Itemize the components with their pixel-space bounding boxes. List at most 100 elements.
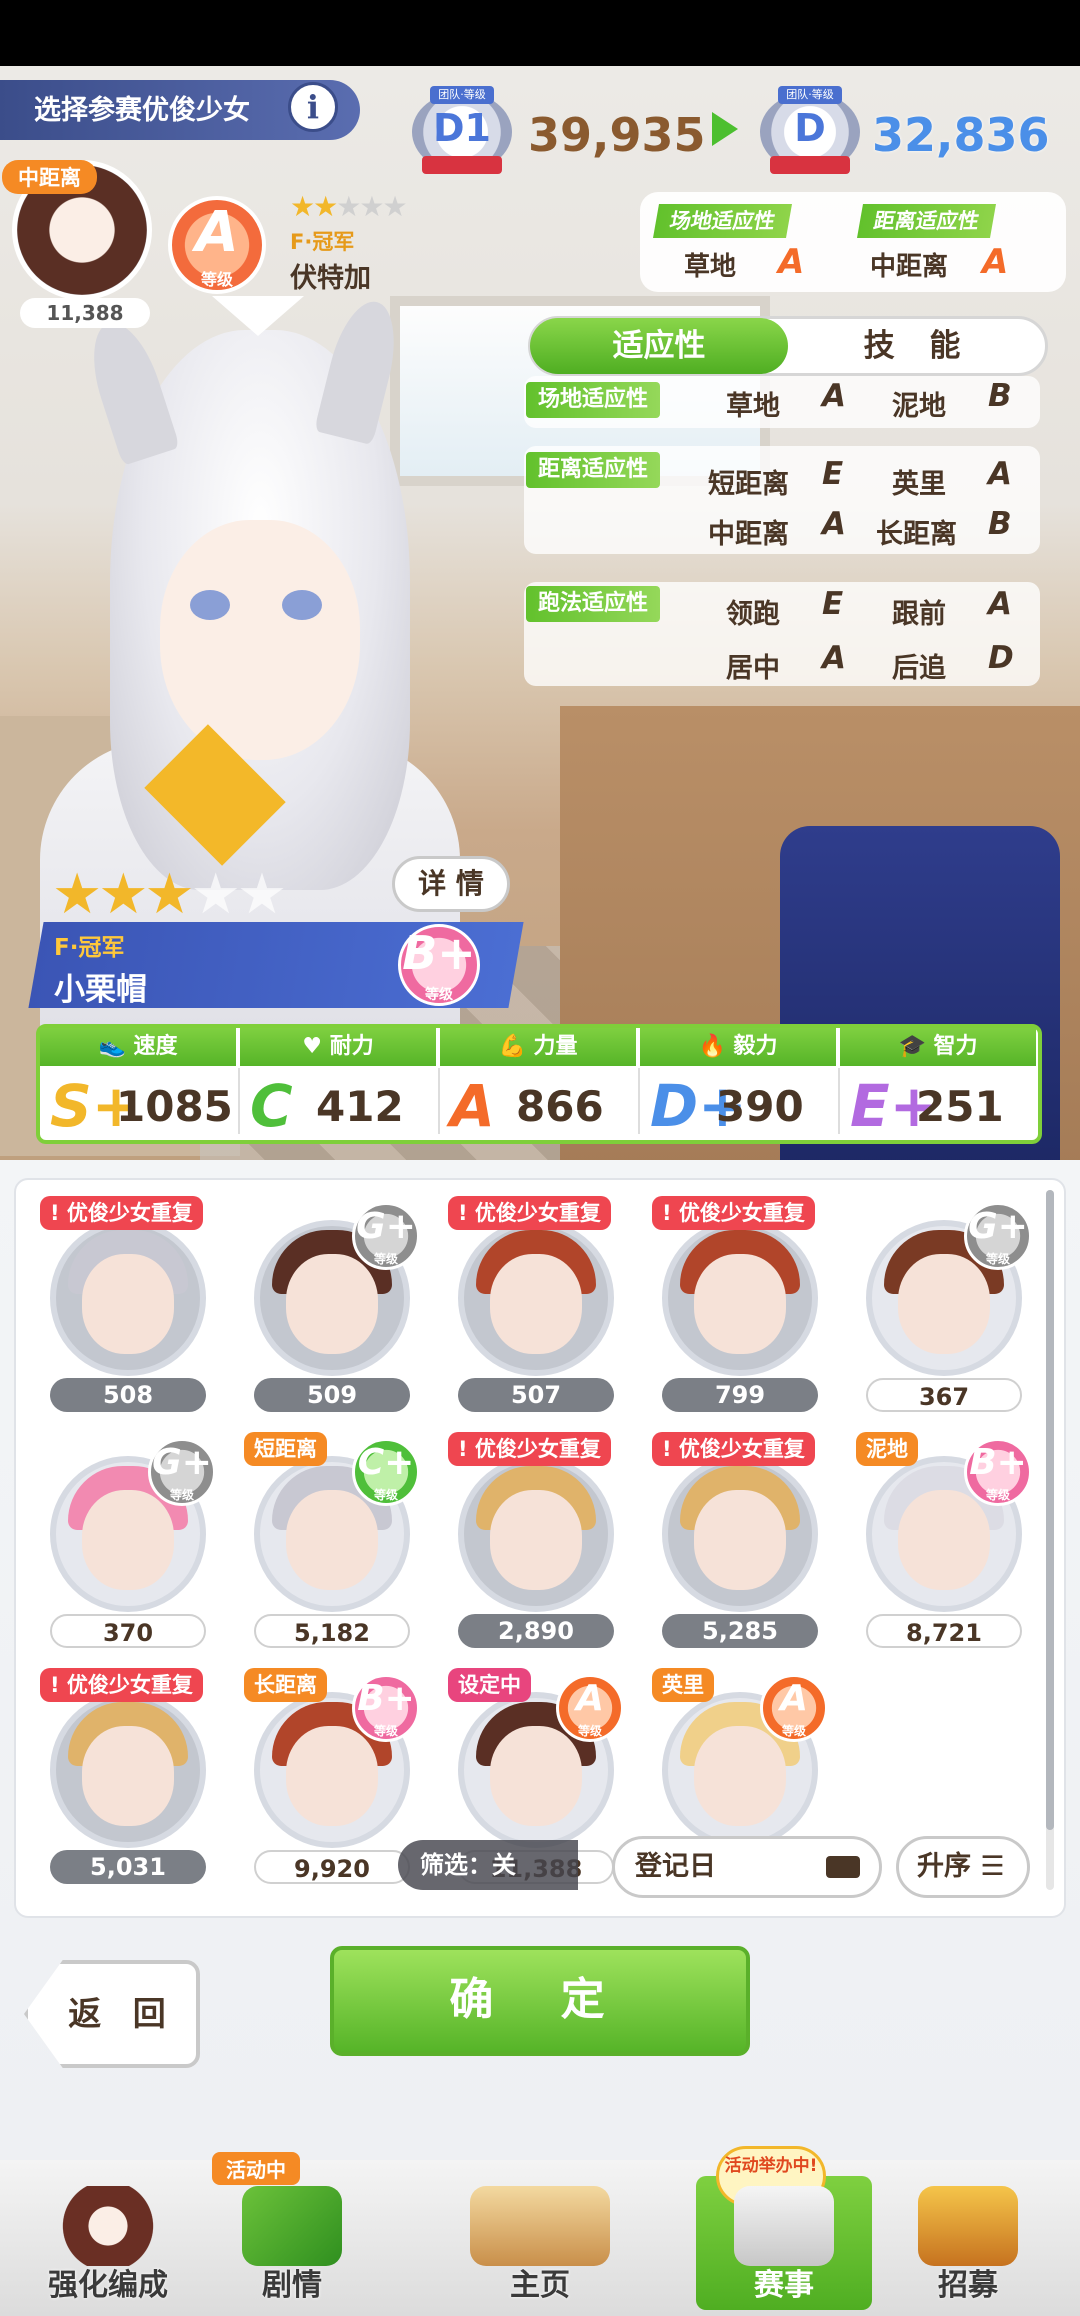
star-filled-icon: ★ [290, 190, 315, 223]
roster-card-tag-label: 设定中 [458, 1673, 521, 1697]
roster-card-fans: 5,182 [254, 1614, 410, 1648]
distance-medium-grade: A [822, 506, 846, 542]
roster-card-fans: 507 [458, 1378, 614, 1412]
scrollbar-thumb[interactable] [1046, 1190, 1054, 1830]
current-horse-stars: ★★★★★ [290, 190, 408, 223]
roster-card[interactable]: 8,721 B+ 等级 泥地 [846, 1432, 1036, 1662]
roster-card-tag-label: 优俊少女重复 [678, 1437, 805, 1461]
page-title: 选择参赛优俊少女 [34, 95, 250, 126]
roster-card-grade: G+ [968, 1206, 1028, 1247]
muscle-icon: 💪 [498, 1034, 534, 1059]
nav-race[interactable]: 活动举办中! 赛事 [696, 2146, 872, 2310]
story-book-icon [242, 2186, 342, 2266]
rank-badge-next: 团队·等级 D [760, 86, 860, 176]
nav-gacha[interactable]: 招募 [880, 2176, 1056, 2310]
roster-card[interactable]: 799! 优俊少女重复 [642, 1196, 832, 1426]
selected-horse-stars: ★★★★★ [52, 862, 287, 927]
roster-card-grade-caption: 等级 [577, 1724, 602, 1738]
roster-card-grade-caption: 等级 [985, 1252, 1010, 1266]
roster-card[interactable]: 5,182 C+ 等级 短距离 [234, 1432, 424, 1662]
horse-face [286, 1254, 378, 1354]
nav-home[interactable]: 主页 [420, 2176, 660, 2310]
roster-card-tag: 长距离 [244, 1668, 327, 1702]
horse-face [898, 1490, 990, 1590]
roster-card[interactable]: 9,920 B+ 等级 长距离 [234, 1668, 424, 1898]
sort-order-button[interactable]: 升序 ☰ [896, 1836, 1030, 1898]
style-late: 居中 [726, 653, 780, 684]
stat-value: 412 [316, 1082, 404, 1131]
current-horse-epithet: F·冠军 [290, 230, 355, 254]
roster-card[interactable]: 2,890! 优俊少女重复 [438, 1432, 628, 1662]
track-aptitude-label: 场地适应性 [653, 204, 792, 238]
roster-card[interactable]: 5,285! 优俊少女重复 [642, 1432, 832, 1662]
roster-card-grade-caption: 等级 [781, 1724, 806, 1738]
nav-label: 招募 [938, 2268, 998, 2303]
roster-card-grade-caption: 等级 [985, 1488, 1010, 1502]
star-empty-icon: ★ [336, 190, 361, 223]
roster-card-tag: 泥地 [856, 1432, 918, 1466]
filter-toggle[interactable]: 筛选：关 [398, 1840, 578, 1890]
tab-skills[interactable]: 技 能 [790, 318, 1046, 374]
duplicate-warning-tag: ! 优俊少女重复 [652, 1196, 815, 1230]
current-horse-name: 伏特加 [290, 263, 371, 294]
stat-label: 力量 [533, 1034, 578, 1059]
style-pace: 跟前 [892, 599, 946, 630]
roster-card-grade: G+ [152, 1442, 212, 1483]
nav-team[interactable]: 强化编成 [20, 2176, 196, 2310]
duplicate-warning-tag: ! 优俊少女重复 [448, 1432, 611, 1466]
style-end-grade: D [988, 640, 1014, 676]
current-horse-grade: A [195, 200, 239, 265]
selected-horse-name: 小栗帽 [54, 972, 147, 1008]
character-face [160, 520, 360, 760]
roster-card-grade: B+ [357, 1678, 415, 1719]
distance-aptitude-grade: A [982, 242, 1009, 282]
tab-aptitude[interactable]: 适应性 [530, 318, 788, 374]
star-empty-icon: ★ [359, 190, 384, 223]
duplicate-warning-tag: ! 优俊少女重复 [40, 1668, 203, 1702]
nav-label: 赛事 [754, 2268, 814, 2303]
roster-card-grade-caption: 等级 [373, 1488, 398, 1502]
roster-card-tag: 英里 [652, 1668, 714, 1702]
detail-button[interactable]: 详 情 [392, 856, 510, 912]
roster-card-grade: G+ [356, 1206, 416, 1247]
roster-card-tag-label: 优俊少女重复 [66, 1201, 193, 1225]
rank-caption: 团队·等级 [430, 86, 494, 104]
roster-card[interactable]: 508! 优俊少女重复 [30, 1196, 220, 1426]
roster-card[interactable]: 367 G+ 等级 [846, 1196, 1036, 1426]
sort-lines-icon: ☰ [971, 1851, 1005, 1882]
duplicate-warning-tag: ! 优俊少女重复 [40, 1196, 203, 1230]
confirm-button[interactable]: 确 定 [330, 1946, 750, 2056]
selected-horse-epithet: F·冠军 [54, 935, 125, 961]
stat-power: 💪 力量 A 866 [440, 1028, 640, 1140]
stat-wisdom: 🎓 智力 E+ 251 [840, 1028, 1040, 1140]
roster-card[interactable]: 507! 优俊少女重复 [438, 1196, 628, 1426]
info-icon[interactable]: i [288, 82, 338, 132]
roster-card[interactable]: 370 G+ 等级 [30, 1432, 220, 1662]
graduation-cap-icon: 🎓 [898, 1034, 934, 1059]
fans-next: 32,836 [872, 108, 1050, 162]
warning-icon: ! [50, 1201, 67, 1225]
roster-card[interactable]: 5,031! 优俊少女重复 [30, 1668, 220, 1898]
distance-long: 长距离 [876, 519, 957, 550]
flame-icon: 🔥 [698, 1034, 734, 1059]
roster-card-fans: 8,721 [866, 1614, 1022, 1648]
roster-card[interactable]: 509 G+ 等级 [234, 1196, 424, 1426]
star-filled-icon: ★ [98, 862, 148, 927]
horse-face [694, 1726, 786, 1826]
track-dirt: 泥地 [892, 391, 946, 422]
style-end: 后追 [892, 653, 946, 684]
roster-card-tag-label: 英里 [662, 1673, 704, 1697]
current-horse-fans: 11,388 [20, 298, 150, 328]
roster-card-fans: 508 [50, 1378, 206, 1412]
nav-story[interactable]: 活动中 剧情 [204, 2152, 380, 2310]
arrow-down-icon [212, 296, 304, 336]
horse-face [694, 1490, 786, 1590]
stat-grade: A [450, 1072, 495, 1140]
horse-face [82, 1490, 174, 1590]
stat-speed: 👟 速度 S+ 1085 [40, 1028, 240, 1140]
stat-label: 速度 [133, 1034, 178, 1059]
ribbon-icon [770, 156, 850, 174]
horse-face [286, 1726, 378, 1826]
sort-order-label: 升序 [917, 1851, 971, 1882]
rank-badge-current: 团队·等级 D1 [412, 86, 512, 176]
